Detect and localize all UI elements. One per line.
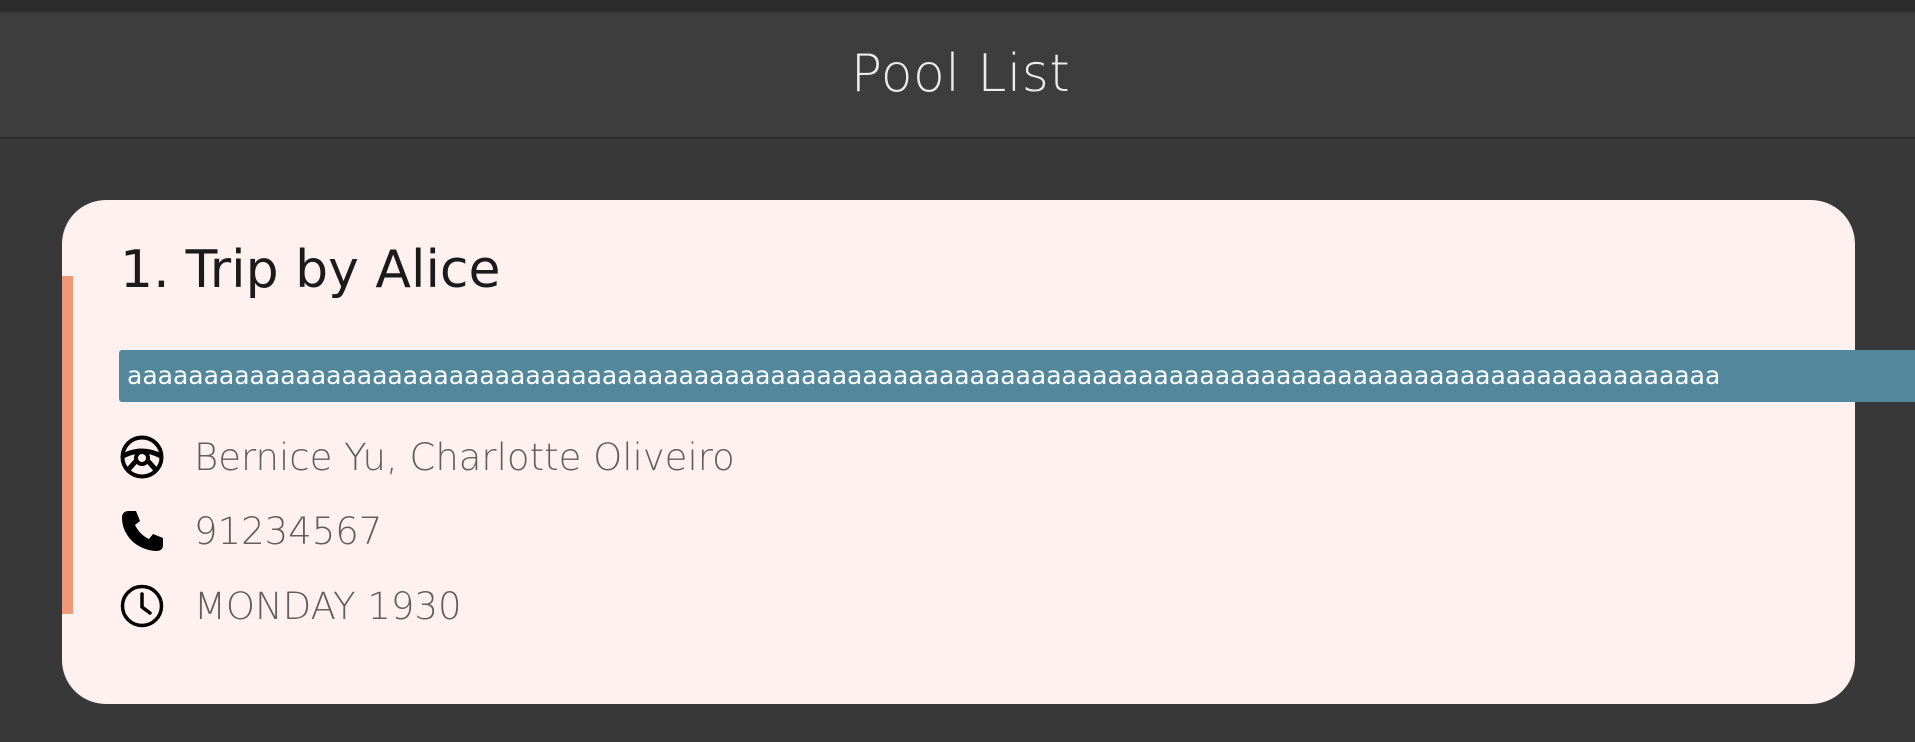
- selection-accent-bar: [62, 276, 73, 614]
- time-row: MONDAY 1930: [118, 581, 462, 631]
- steering-wheel-icon: [118, 433, 166, 481]
- pool-list-header: Pool List: [0, 12, 1915, 139]
- phone-text: 91234567: [194, 509, 383, 553]
- drivers-row: Bernice Yu, Charlotte Oliveiro: [118, 432, 735, 482]
- clock-icon: [118, 582, 166, 630]
- list-item[interactable]: 1. Trip by Alice aaaaaaaaaaaaaaaaaaaaaaaa…: [62, 200, 1915, 704]
- drivers-text: Bernice Yu, Charlotte Oliveiro: [194, 435, 735, 479]
- time-text: MONDAY 1930: [194, 584, 462, 628]
- phone-row: 91234567: [118, 506, 382, 556]
- trip-index: 1.: [120, 240, 170, 300]
- page-title: Pool List: [850, 43, 1071, 104]
- trip-title: 1. Trip by Alice: [120, 240, 500, 300]
- phone-icon: [118, 507, 166, 555]
- trip-name: Trip by Alice: [185, 240, 501, 300]
- trip-tag: aaaaaaaaaaaaaaaaaaaaaaaaaaaaaaaaaaaaaaaa…: [119, 350, 1915, 402]
